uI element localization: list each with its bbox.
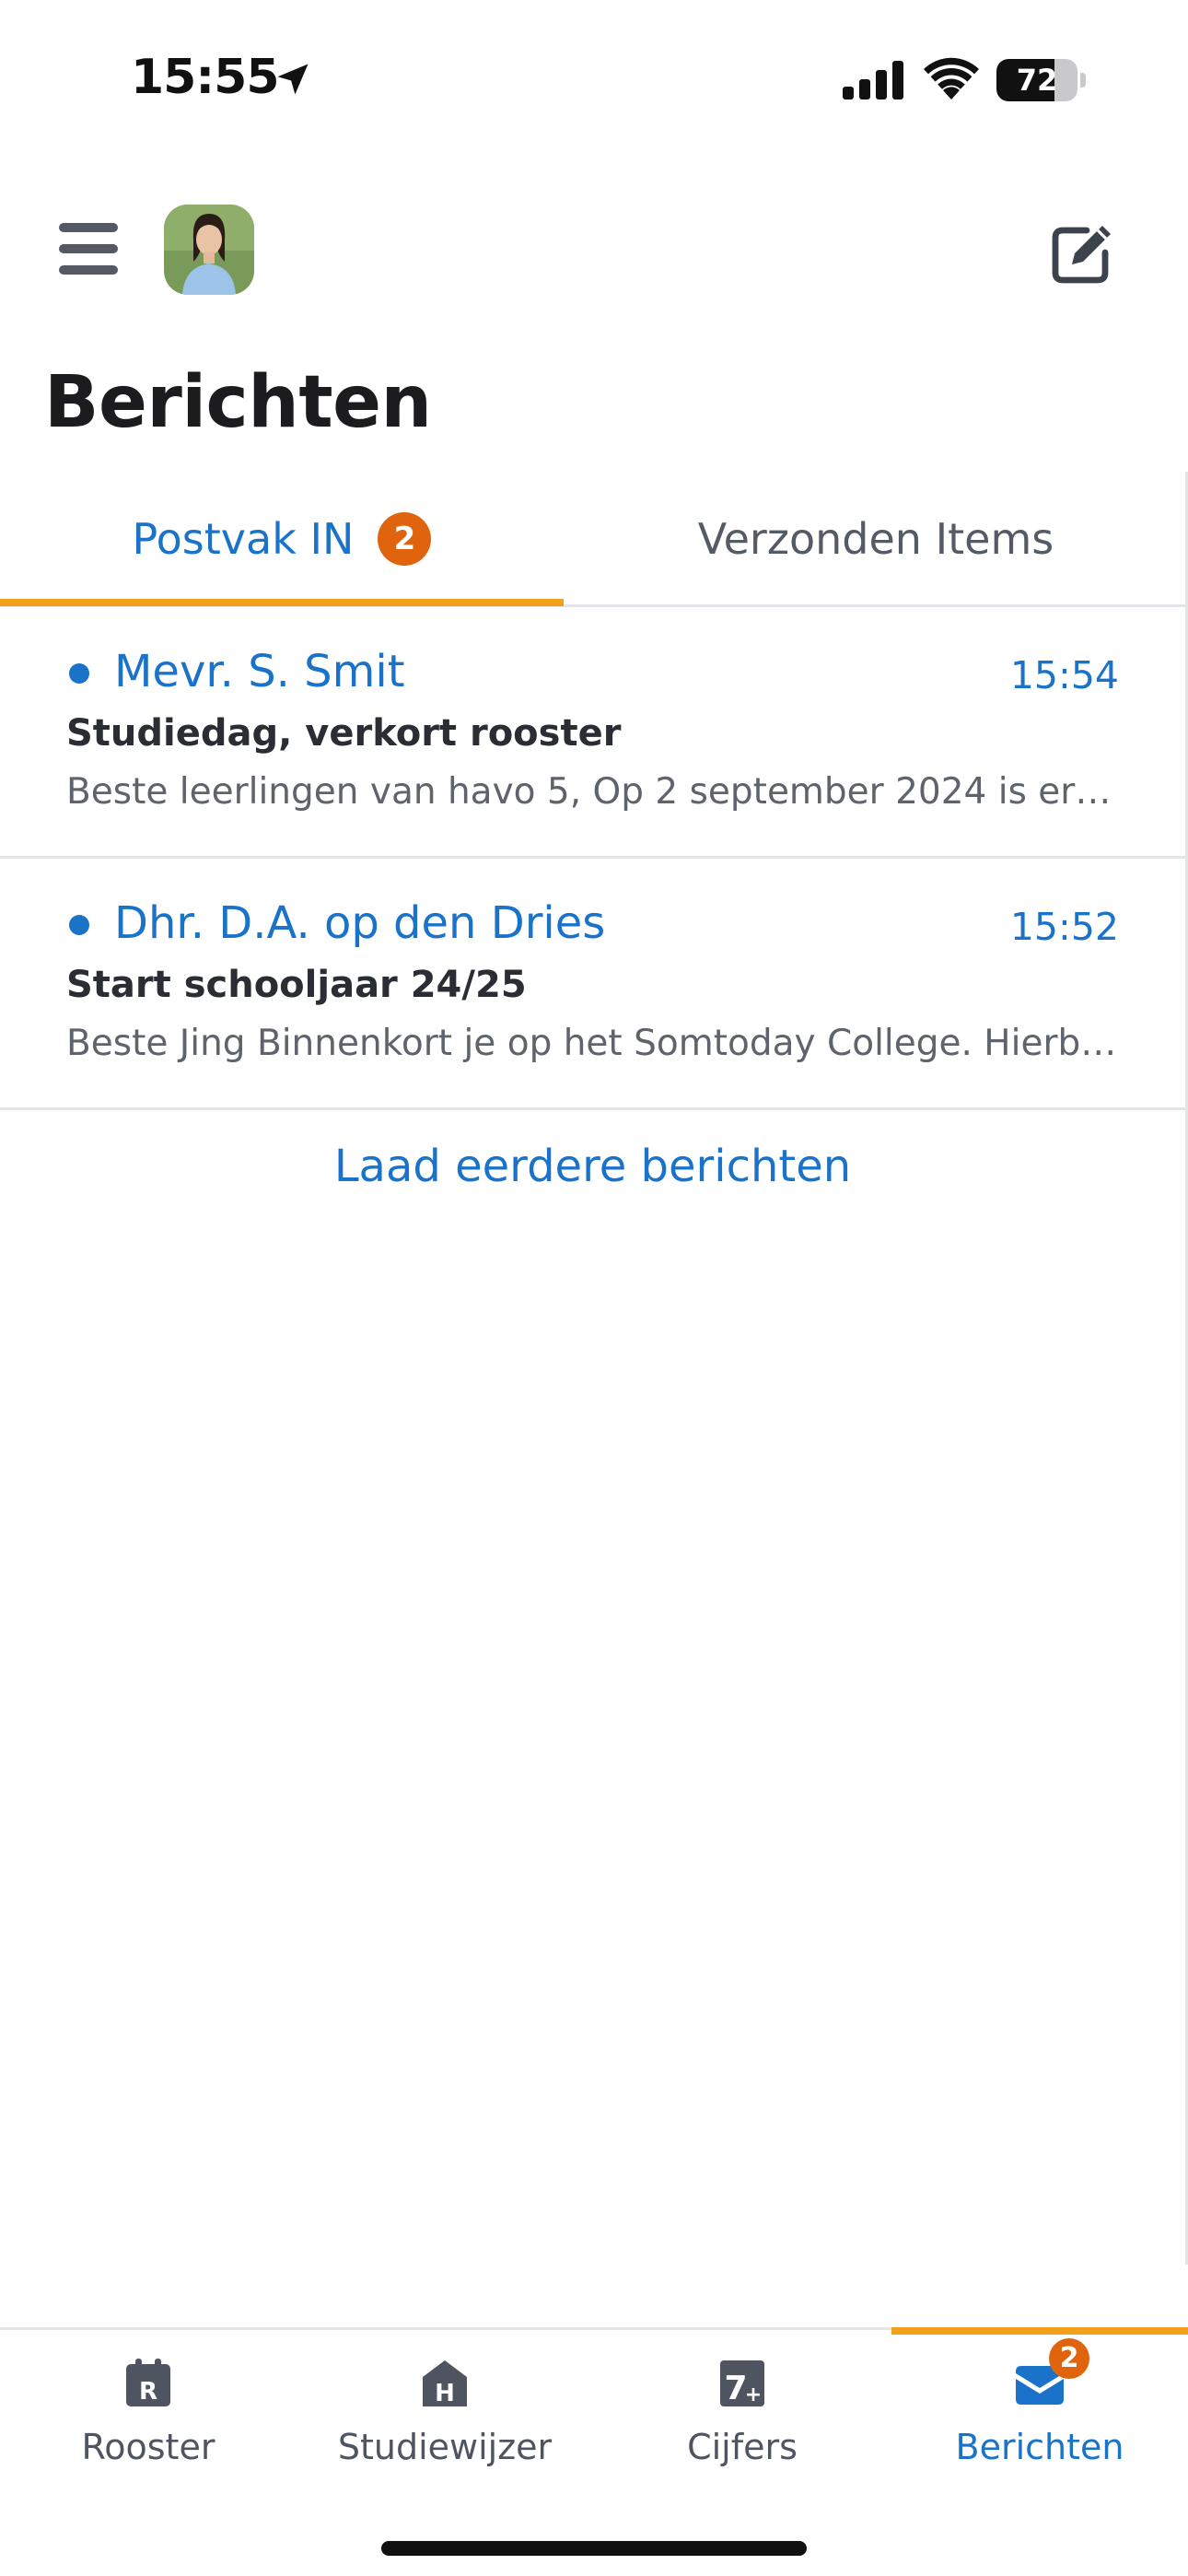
- unread-count-badge: 2: [378, 512, 432, 566]
- location-arrow-icon: [277, 64, 309, 95]
- message-time: 15:54: [1009, 653, 1119, 697]
- tab-label: Verzonden Items: [697, 514, 1054, 564]
- berichten-icon-wrapper: 2: [1012, 2338, 1089, 2410]
- wifi-icon: [924, 57, 979, 100]
- nav-item-studiewijzer[interactable]: H Studiewijzer: [297, 2355, 593, 2467]
- profile-photo: [164, 205, 254, 295]
- message-preview: Beste Jing Binnenkort je op het Somtoday…: [66, 1023, 1121, 1064]
- message-preview: Beste leerlingen van havo 5, Op 2 septem…: [66, 771, 1121, 813]
- nav-item-berichten[interactable]: 2 Berichten: [891, 2338, 1188, 2467]
- tab-postvak-in[interactable]: Postvak IN 2: [0, 472, 564, 606]
- unread-indicator: [69, 663, 89, 684]
- nav-label: Studiewijzer: [337, 2427, 553, 2467]
- svg-text:H: H: [435, 2380, 455, 2407]
- studiewijzer-icon: H: [423, 2360, 467, 2407]
- tab-label: Postvak IN: [132, 514, 355, 564]
- mailbox-tabs: Postvak IN 2 Verzonden Items: [0, 472, 1188, 606]
- compose-message-icon[interactable]: [1050, 221, 1116, 286]
- unread-indicator: [69, 915, 89, 935]
- rooster-icon: R: [126, 2359, 170, 2406]
- message-subject: Start schooljaar 24/25: [66, 964, 527, 1006]
- message-list-item[interactable]: Dhr. D.A. op den Dries 15:52 Start schoo…: [0, 859, 1185, 1110]
- battery-indicator: 72: [996, 59, 1086, 101]
- svg-text:+: +: [745, 2383, 762, 2406]
- page-title: Berichten: [44, 361, 432, 444]
- home-indicator: [381, 2541, 807, 2556]
- nav-item-rooster[interactable]: R Rooster: [0, 2355, 297, 2467]
- cellular-signal-icon: [843, 61, 903, 100]
- svg-text:R: R: [139, 2378, 157, 2406]
- battery-percentage: 72: [1016, 63, 1058, 98]
- active-tab-indicator: [0, 599, 564, 606]
- svg-text:7: 7: [724, 2370, 747, 2407]
- cijfers-icon: 7 +: [720, 2360, 764, 2407]
- nav-label: Cijfers: [687, 2427, 798, 2467]
- message-sender: Dhr. D.A. op den Dries: [114, 897, 606, 949]
- status-bar-time: 15:55: [131, 50, 280, 105]
- hamburger-menu-icon[interactable]: [59, 221, 118, 276]
- load-earlier-messages-button[interactable]: Laad eerdere berichten: [0, 1141, 1185, 1192]
- tab-verzonden-items[interactable]: Verzonden Items: [564, 472, 1188, 606]
- nav-label: Berichten: [955, 2427, 1124, 2467]
- battery-cap: [1080, 73, 1086, 88]
- nav-label: Rooster: [81, 2427, 215, 2467]
- profile-avatar[interactable]: [164, 205, 254, 295]
- nav-unread-badge: 2: [1049, 2338, 1089, 2379]
- message-subject: Studiedag, verkort rooster: [66, 712, 622, 755]
- message-sender: Mevr. S. Smit: [114, 646, 405, 697]
- message-list-item[interactable]: Mevr. S. Smit 15:54 Studiedag, verkort r…: [0, 607, 1185, 859]
- nav-item-cijfers[interactable]: 7 + Cijfers: [594, 2355, 891, 2467]
- message-time: 15:52: [1009, 905, 1119, 949]
- active-nav-indicator: [891, 2327, 1188, 2335]
